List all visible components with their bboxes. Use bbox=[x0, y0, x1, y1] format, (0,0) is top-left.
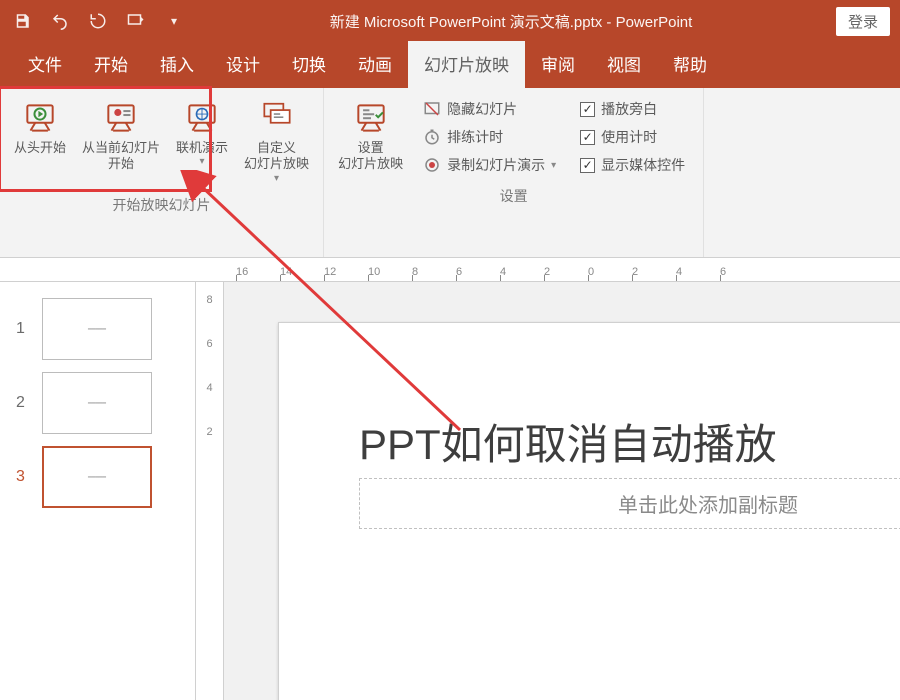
ribbon-group-start-slideshow: 从头开始 从当前幻灯片 开始 联机演示▾ 自定义 幻灯片放映▾ bbox=[0, 88, 324, 257]
from-current-slide-label: 从当前幻灯片 开始 bbox=[82, 140, 160, 173]
group-start-label: 开始放映幻灯片 bbox=[113, 195, 211, 219]
from-beginning-label: 从头开始 bbox=[14, 140, 66, 156]
play-narrations-label: 播放旁白 bbox=[601, 99, 657, 119]
slide-canvas[interactable]: PPT如何取消自动播放 单击此处添加副标题 bbox=[278, 322, 900, 700]
qat-customize-icon[interactable]: ▾ bbox=[162, 9, 186, 33]
thumbnail-1[interactable]: 1 ━━━━━ bbox=[0, 292, 195, 366]
tab-file[interactable]: 文件 bbox=[12, 41, 78, 88]
ribbon: 从头开始 从当前幻灯片 开始 联机演示▾ 自定义 幻灯片放映▾ bbox=[0, 88, 900, 258]
use-timings-checkbox[interactable]: ✓ 使用计时 bbox=[576, 124, 689, 150]
present-online-label: 联机演示▾ bbox=[176, 140, 228, 169]
tab-transitions[interactable]: 切换 bbox=[276, 41, 342, 88]
thumbnail-number: 2 bbox=[16, 394, 30, 412]
save-icon[interactable] bbox=[10, 9, 34, 33]
tab-design[interactable]: 设计 bbox=[210, 41, 276, 88]
custom-slideshow-label: 自定义 幻灯片放映▾ bbox=[244, 140, 309, 185]
group-setup-label: 设置 bbox=[500, 186, 528, 210]
ribbon-tabs: 文件 开始 插入 设计 切换 动画 幻灯片放映 审阅 视图 帮助 bbox=[0, 42, 900, 88]
slide-subtitle-placeholder[interactable]: 单击此处添加副标题 bbox=[359, 478, 900, 529]
ribbon-group-setup: 设置 幻灯片放映 隐藏幻灯片 排练计时 录制幻灯片演示 ▾ bbox=[324, 88, 704, 257]
rehearse-timings-label: 排练计时 bbox=[447, 127, 503, 147]
show-media-controls-checkbox[interactable]: ✓ 显示媒体控件 bbox=[576, 152, 689, 178]
workspace: 1 ━━━━━ 2 ━━━━━ 3 ━━━━━ 8642 PPT如何取消自动播放… bbox=[0, 282, 900, 700]
checkbox-checked-icon: ✓ bbox=[580, 158, 595, 173]
hide-slide-button[interactable]: 隐藏幻灯片 bbox=[419, 96, 560, 122]
custom-slideshow-icon bbox=[257, 98, 297, 138]
hide-slide-label: 隐藏幻灯片 bbox=[447, 99, 517, 119]
undo-icon[interactable] bbox=[48, 9, 72, 33]
horizontal-ruler: 1614121086420246 bbox=[0, 258, 900, 282]
record-slideshow-label: 录制幻灯片演示 bbox=[447, 155, 545, 175]
thumbnail-3[interactable]: 3 ━━━━━ bbox=[0, 440, 195, 514]
record-slideshow-icon bbox=[423, 156, 441, 174]
slide-thumbnails-panel: 1 ━━━━━ 2 ━━━━━ 3 ━━━━━ bbox=[0, 282, 196, 700]
tab-review[interactable]: 审阅 bbox=[525, 41, 591, 88]
tab-slideshow[interactable]: 幻灯片放映 bbox=[408, 41, 525, 88]
custom-slideshow-button[interactable]: 自定义 幻灯片放映▾ bbox=[238, 94, 315, 189]
present-online-icon bbox=[182, 98, 222, 138]
from-current-slide-icon bbox=[101, 98, 141, 138]
vertical-ruler: 8642 bbox=[196, 282, 224, 700]
thumbnail-preview: ━━━━━ bbox=[42, 298, 152, 360]
login-button[interactable]: 登录 bbox=[836, 7, 890, 36]
thumbnail-preview: ━━━━━ bbox=[42, 372, 152, 434]
show-media-controls-label: 显示媒体控件 bbox=[601, 155, 685, 175]
tab-home[interactable]: 开始 bbox=[78, 41, 144, 88]
redo-icon[interactable] bbox=[86, 9, 110, 33]
from-current-slide-button[interactable]: 从当前幻灯片 开始 bbox=[76, 94, 166, 189]
record-slideshow-button[interactable]: 录制幻灯片演示 ▾ bbox=[419, 152, 560, 178]
setup-slideshow-button[interactable]: 设置 幻灯片放映 bbox=[332, 94, 409, 177]
tab-help[interactable]: 帮助 bbox=[657, 41, 723, 88]
hide-slide-icon bbox=[423, 100, 441, 118]
tab-animations[interactable]: 动画 bbox=[342, 41, 408, 88]
slide-title-placeholder[interactable]: PPT如何取消自动播放 bbox=[359, 411, 900, 472]
from-beginning-icon bbox=[20, 98, 60, 138]
present-online-button[interactable]: 联机演示▾ bbox=[170, 94, 234, 189]
quick-access-toolbar: ▾ bbox=[10, 9, 186, 33]
thumbnail-2[interactable]: 2 ━━━━━ bbox=[0, 366, 195, 440]
setup-slideshow-icon bbox=[351, 98, 391, 138]
tab-insert[interactable]: 插入 bbox=[144, 41, 210, 88]
thumbnail-number: 3 bbox=[16, 468, 30, 486]
setup-slideshow-label: 设置 幻灯片放映 bbox=[338, 140, 403, 173]
rehearse-timings-icon bbox=[423, 128, 441, 146]
use-timings-label: 使用计时 bbox=[601, 127, 657, 147]
from-beginning-button[interactable]: 从头开始 bbox=[8, 94, 72, 189]
thumbnail-number: 1 bbox=[16, 320, 30, 338]
slide-editor[interactable]: PPT如何取消自动播放 单击此处添加副标题 bbox=[224, 282, 900, 700]
tab-view[interactable]: 视图 bbox=[591, 41, 657, 88]
title-bar: ▾ 新建 Microsoft PowerPoint 演示文稿.pptx - Po… bbox=[0, 0, 900, 42]
window-title: 新建 Microsoft PowerPoint 演示文稿.pptx - Powe… bbox=[186, 11, 836, 32]
checkbox-checked-icon: ✓ bbox=[580, 130, 595, 145]
slideshow-shortcut-icon[interactable] bbox=[124, 9, 148, 33]
checkbox-checked-icon: ✓ bbox=[580, 102, 595, 117]
rehearse-timings-button[interactable]: 排练计时 bbox=[419, 124, 560, 150]
thumbnail-preview: ━━━━━ bbox=[42, 446, 152, 508]
play-narrations-checkbox[interactable]: ✓ 播放旁白 bbox=[576, 96, 689, 122]
